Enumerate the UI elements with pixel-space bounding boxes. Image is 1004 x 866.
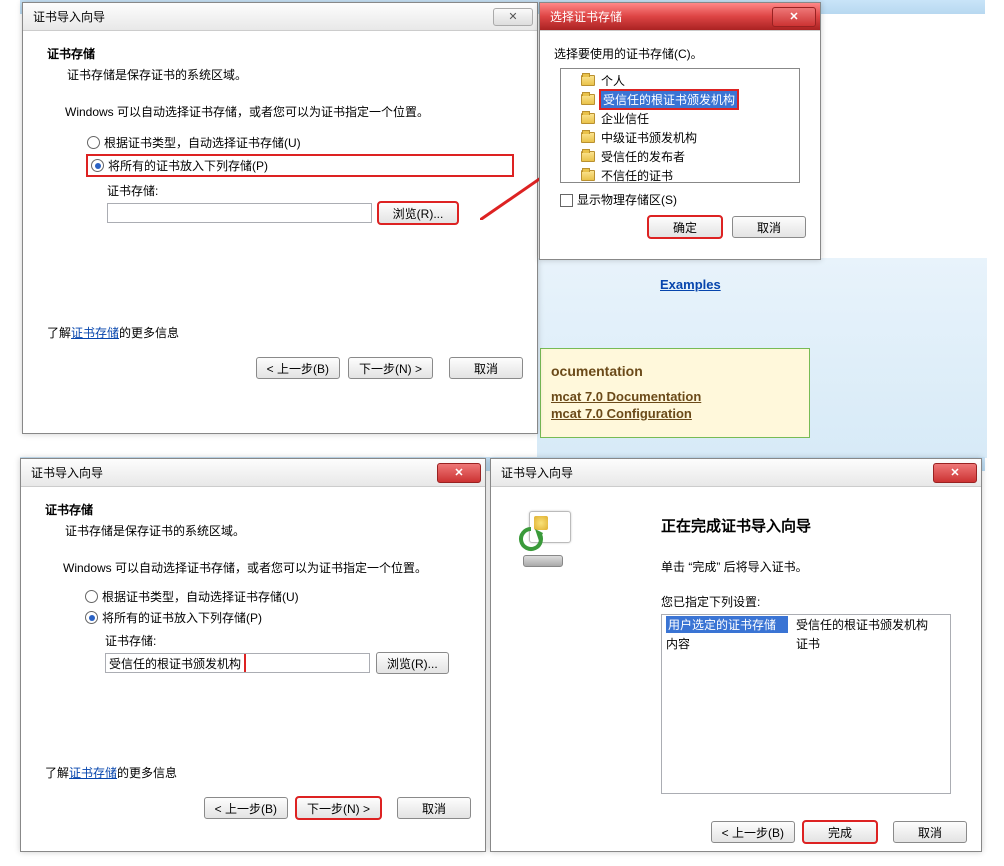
- radio-manual-label: 将所有的证书放入下列存储(P): [108, 157, 268, 174]
- wizard-window-1: 证书导入向导 ✕ 证书存储 证书存储是保存证书的系统区域。 Windows 可以…: [22, 2, 538, 434]
- window-title: 证书导入向导: [501, 464, 933, 481]
- next-button[interactable]: 下一步(N) >: [296, 797, 381, 819]
- instruction-text: 选择要使用的证书存储(C)。: [554, 45, 806, 62]
- close-button[interactable]: ✕: [772, 7, 816, 27]
- back-button[interactable]: < 上一步(B): [204, 797, 288, 819]
- radio-manual-label: 将所有的证书放入下列存储(P): [102, 609, 262, 626]
- next-button[interactable]: 下一步(N) >: [348, 357, 433, 379]
- auto-text: Windows 可以自动选择证书存储，或者您可以为证书指定一个位置。: [65, 103, 513, 120]
- learn-pre: 了解: [47, 326, 71, 340]
- examples-link[interactable]: Examples: [660, 277, 721, 292]
- close-button[interactable]: ✕: [493, 8, 533, 26]
- tree-label: 企业信任: [601, 110, 649, 127]
- tree-label: 个人: [601, 72, 625, 89]
- folder-icon: [581, 75, 595, 86]
- learn-link[interactable]: 证书存储: [71, 326, 119, 340]
- learn-pre: 了解: [45, 766, 69, 780]
- titlebar: 证书导入向导 ✕: [491, 459, 981, 487]
- close-button[interactable]: ✕: [437, 463, 481, 483]
- ok-button[interactable]: 确定: [648, 216, 722, 238]
- browse-button[interactable]: 浏览(R)...: [376, 652, 449, 674]
- settings-label: 您已指定下列设置:: [661, 593, 963, 610]
- learn-post: 的更多信息: [119, 326, 179, 340]
- cancel-button[interactable]: 取消: [397, 797, 471, 819]
- tree-item-trusted-root[interactable]: 受信任的根证书颁发机构: [567, 90, 795, 109]
- cancel-button[interactable]: 取消: [449, 357, 523, 379]
- titlebar: 选择证书存储 ✕: [540, 3, 820, 31]
- tree-item-enterprise[interactable]: 企业信任: [567, 109, 795, 128]
- folder-icon: [581, 170, 595, 181]
- store-tree[interactable]: 个人 受信任的根证书颁发机构 企业信任 中级证书颁发机构 受信任的发布者 不信任…: [560, 68, 800, 183]
- show-physical-checkbox[interactable]: [560, 194, 573, 207]
- show-physical-row[interactable]: 显示物理存储区(S): [560, 191, 806, 208]
- tree-item-intermediate[interactable]: 中级证书颁发机构: [567, 128, 795, 147]
- show-physical-label: 显示物理存储区(S): [577, 193, 677, 207]
- section-subtitle: 证书存储是保存证书的系统区域。: [67, 66, 513, 83]
- tree-item-personal[interactable]: 个人: [567, 71, 795, 90]
- cancel-button[interactable]: 取消: [893, 821, 967, 843]
- radio-auto-row[interactable]: 根据证书类型，自动选择证书存储(U): [87, 134, 513, 151]
- doc-link-1[interactable]: mcat 7.0 Documentation: [551, 389, 799, 404]
- folder-icon: [581, 132, 595, 143]
- doc-link-2[interactable]: mcat 7.0 Configuration: [551, 406, 799, 421]
- store-textfield[interactable]: [107, 203, 372, 223]
- doc-header: ocumentation: [551, 363, 799, 379]
- auto-text: Windows 可以自动选择证书存储，或者您可以为证书指定一个位置。: [63, 559, 461, 576]
- close-button[interactable]: ✕: [933, 463, 977, 483]
- radio-manual[interactable]: [91, 159, 104, 172]
- row1-val: 受信任的根证书颁发机构: [792, 615, 950, 634]
- back-button[interactable]: < 上一步(B): [256, 357, 340, 379]
- radio-auto-row[interactable]: 根据证书类型，自动选择证书存储(U): [85, 588, 461, 605]
- tree-label: 中级证书颁发机构: [601, 129, 697, 146]
- tree-label: 不信任的证书: [601, 167, 673, 183]
- folder-icon: [581, 94, 595, 105]
- documentation-card: ocumentation mcat 7.0 Documentation mcat…: [540, 348, 810, 438]
- tree-item-trusted-pub[interactable]: 受信任的发布者: [567, 147, 795, 166]
- radio-manual[interactable]: [85, 611, 98, 624]
- completion-icon: [515, 511, 571, 567]
- store-textfield[interactable]: 受信任的根证书颁发机构: [105, 653, 370, 673]
- store-label: 证书存储:: [105, 632, 461, 649]
- row1-key: 用户选定的证书存储: [666, 616, 788, 633]
- row2-key: 内容: [662, 634, 792, 653]
- window-title: 证书导入向导: [33, 8, 493, 25]
- wizard-window-2: 证书导入向导 ✕ 证书存储 证书存储是保存证书的系统区域。 Windows 可以…: [20, 458, 486, 852]
- settings-listbox[interactable]: 用户选定的证书存储 受信任的根证书颁发机构 内容 证书: [661, 614, 951, 794]
- store-select-dialog: 选择证书存储 ✕ 选择要使用的证书存储(C)。 个人 受信任的根证书颁发机构 企…: [539, 2, 821, 260]
- titlebar: 证书导入向导 ✕: [23, 3, 537, 31]
- tree-label: 受信任的发布者: [601, 148, 685, 165]
- section-subtitle: 证书存储是保存证书的系统区域。: [65, 522, 461, 539]
- radio-auto[interactable]: [87, 136, 100, 149]
- window-title: 证书导入向导: [31, 464, 437, 481]
- section-title: 证书存储: [47, 45, 513, 62]
- tree-label-selected: 受信任的根证书颁发机构: [601, 91, 737, 108]
- learn-link[interactable]: 证书存储: [69, 766, 117, 780]
- browse-button[interactable]: 浏览(R)...: [378, 202, 458, 224]
- radio-auto-label: 根据证书类型，自动选择证书存储(U): [104, 134, 301, 151]
- row2-val: 证书: [792, 634, 950, 653]
- radio-auto[interactable]: [85, 590, 98, 603]
- window-title: 选择证书存储: [550, 8, 772, 25]
- wizard-window-3: 证书导入向导 ✕ 正在完成证书导入向导 单击 “完成” 后将导入证书。 您已指定…: [490, 458, 982, 852]
- radio-auto-label: 根据证书类型，自动选择证书存储(U): [102, 588, 299, 605]
- radio-manual-row[interactable]: 将所有的证书放入下列存储(P): [87, 155, 513, 176]
- tree-item-untrusted[interactable]: 不信任的证书: [567, 166, 795, 183]
- folder-icon: [581, 151, 595, 162]
- finish-button[interactable]: 完成: [803, 821, 877, 843]
- folder-icon: [581, 113, 595, 124]
- radio-manual-row[interactable]: 将所有的证书放入下列存储(P): [85, 609, 461, 626]
- cancel-button[interactable]: 取消: [732, 216, 806, 238]
- learn-post: 的更多信息: [117, 766, 177, 780]
- section-title: 证书存储: [45, 501, 461, 518]
- completion-heading: 正在完成证书导入向导: [661, 515, 963, 536]
- back-button[interactable]: < 上一步(B): [711, 821, 795, 843]
- completion-instruction: 单击 “完成” 后将导入证书。: [661, 558, 963, 575]
- titlebar: 证书导入向导 ✕: [21, 459, 485, 487]
- store-value-highlight: 受信任的根证书颁发机构: [105, 653, 246, 673]
- store-label: 证书存储:: [107, 182, 513, 199]
